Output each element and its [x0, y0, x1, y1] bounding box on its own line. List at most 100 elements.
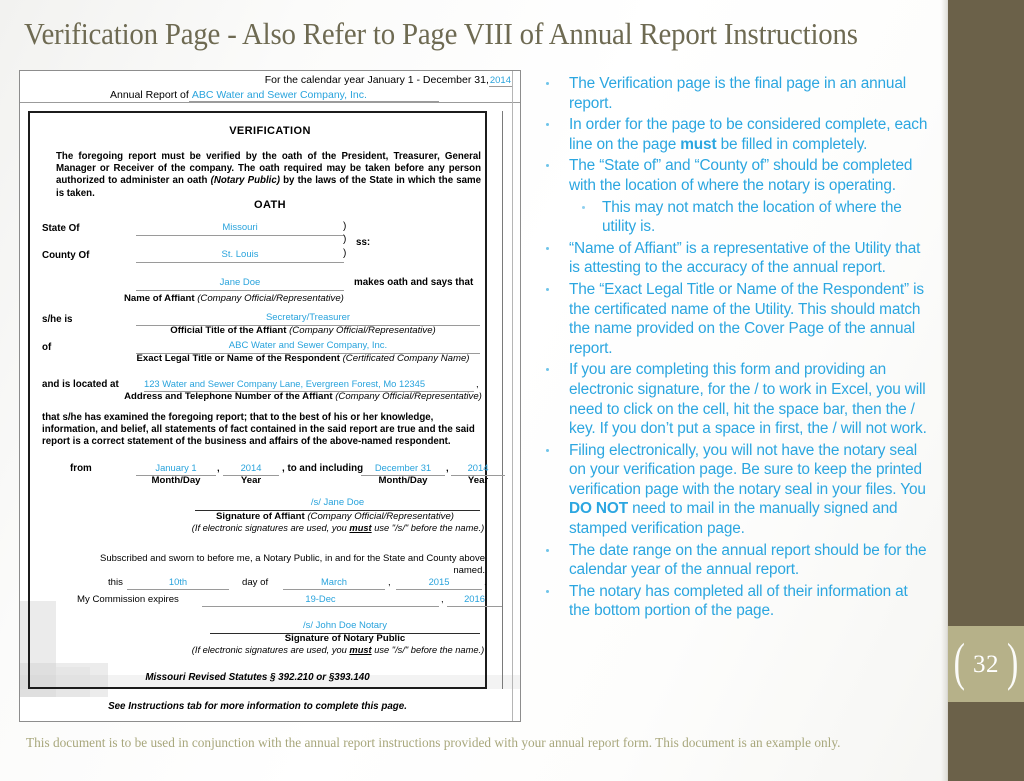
bullet-emphasis: DO NOT: [569, 500, 628, 518]
bullet-list: The Verification page is the final page …: [536, 74, 928, 621]
page-number: 32: [973, 651, 999, 678]
bullet-text: The Verification page is the final page …: [569, 75, 906, 112]
bullet-text: This may not match the location of where…: [602, 199, 902, 236]
bullet-list-panel: The Verification page is the final page …: [536, 74, 928, 623]
address-caption: Address and Telephone Number of the Affi…: [116, 391, 490, 403]
bracket-right-icon: ): [1007, 634, 1019, 692]
respondent-caption: Exact Legal Title or Name of the Respond…: [116, 353, 490, 365]
bullet-segment: The “State of” and “County of” should be…: [569, 157, 913, 194]
bracket-left-icon: (: [953, 634, 965, 692]
bullet-item: The “Exact Legal Title or Name of the Re…: [536, 280, 928, 358]
notary-period: .: [484, 577, 487, 588]
esign-note-pre-a: (If electronic signatures are used, you: [191, 523, 350, 533]
form-content: For the calendar year January 1 - Decemb…: [20, 71, 520, 721]
bullet-item: “Name of Affiant” is a representative of…: [536, 239, 928, 278]
bullet-segment: This may not match the location of where…: [602, 198, 902, 236]
bullet-text: The date range on the annual report shou…: [569, 541, 927, 579]
form-right-rule: [502, 111, 503, 689]
page-title: Verification Page - Also Refer to Page V…: [24, 16, 858, 51]
bullet-item: This may not match the location of where…: [536, 198, 928, 237]
signature-notary-value: /s/ John Doe Notary: [210, 620, 480, 634]
official-title-value: Secretary/Treasurer: [136, 312, 480, 326]
bullet-item: The Verification page is the final page …: [536, 74, 928, 113]
subscribed-text: Subscribed and sworn to before me, a Not…: [100, 553, 485, 576]
signature-notary-caption: Signature of Notary Public: [284, 633, 406, 644]
affiant-caption-bold: Name of Affiant: [124, 293, 195, 304]
address-caption-bold: Address and Telephone Number of the Affi…: [124, 391, 333, 402]
ss-label: ss:: [356, 237, 371, 248]
this-label: this: [108, 577, 123, 588]
annual-report-value: ABC Water and Sewer Company, Inc.: [188, 89, 439, 102]
statutes-text: Missouri Revised Statutes § 392.210 or §…: [145, 672, 370, 683]
notary-year-value: 2015: [396, 576, 482, 590]
commission-year-value: 2016: [447, 593, 502, 607]
page-number-badge: ( 32 ): [948, 626, 1024, 702]
of-label: of: [42, 342, 52, 353]
address-caption-italic: (Company Official/Representative): [335, 391, 482, 402]
bullet-dot-icon: [546, 448, 549, 452]
oath-heading: OATH: [254, 199, 286, 211]
bullet-dot-icon: [546, 82, 549, 85]
official-title-caption: Official Title of the Affiant (Company O…: [120, 325, 486, 337]
form-header-rule: [20, 102, 520, 103]
esign-note-pre-n: (If electronic signatures are used, you: [191, 645, 350, 655]
to-monthday-value: December 31: [361, 462, 445, 476]
located-at-label: and is located at: [42, 379, 119, 390]
from-comma: ,: [217, 463, 220, 474]
caption-year-from: Year: [240, 475, 262, 486]
county-of-value: St. Louis: [136, 249, 344, 263]
signature-affiant-caption: Signature of Affiant (Company Official/R…: [170, 511, 500, 523]
bullet-dot-icon: [546, 246, 549, 250]
bullet-text: The “Exact Legal Title or Name of the Re…: [569, 281, 924, 357]
footer-note: This document is to be used in conjuncti…: [26, 736, 841, 751]
affiant-caption: Name of Affiant (Company Official/Repres…: [124, 293, 404, 305]
bullet-dot-icon: [546, 123, 549, 127]
from-label: from: [70, 463, 92, 474]
state-of-value: Missouri: [136, 222, 344, 236]
affiant-caption-italic: (Company Official/Representative): [197, 293, 344, 304]
signature-affiant-value: /s/ Jane Doe: [195, 497, 480, 511]
brace-top: ): [343, 221, 347, 232]
bullet-segment: “Name of Affiant” is a representative of…: [569, 239, 921, 277]
to-comma: ,: [446, 463, 449, 474]
bullet-segment: The “Exact Legal Title or Name of the Re…: [569, 280, 924, 357]
bullet-segment: The Verification page is the final page …: [569, 75, 907, 112]
bullet-dot-icon: [546, 287, 549, 291]
makes-oath-text: makes oath and says that: [354, 277, 474, 288]
address-value: 123 Water and Sewer Company Lane, Evergr…: [144, 378, 474, 392]
form-outer-rule: [512, 71, 513, 721]
esign-note-must-n: must: [349, 645, 372, 655]
caption-year-to: Year: [467, 475, 489, 486]
bullet-segment: The date range on the annual report shou…: [569, 541, 927, 579]
slide-canvas: Verification Page - Also Refer to Page V…: [0, 0, 1024, 781]
esign-note-post-n: use "/s/" before the name.): [371, 645, 485, 655]
form-annual-report-line: Annual Report of ABC Water and Sewer Comp…: [110, 89, 439, 102]
commission-comma: ,: [441, 594, 444, 605]
bullet-segment: Filing electronically, you will not have…: [569, 441, 926, 498]
official-title-caption-italic: (Company Official/Representative): [289, 325, 436, 336]
bullet-segment: The notary has completed all of their in…: [569, 582, 908, 620]
esign-note-affiant: (If electronic signatures are used, you …: [188, 523, 488, 535]
respondent-caption-bold: Exact Legal Title or Name of the Respond…: [136, 353, 340, 364]
shehe-label: s/he is: [42, 314, 73, 325]
bullet-item: If you are completing this form and prov…: [536, 360, 928, 438]
bullet-text: “Name of Affiant” is a representative of…: [569, 240, 920, 277]
from-year-value: 2014: [223, 462, 279, 476]
to-and-including-label: , to and including: [282, 463, 364, 474]
respondent-caption-italic: (Certificated Company Name): [342, 353, 470, 364]
bullet-text: In order for the page to be considered c…: [569, 116, 927, 153]
notary-comma: ,: [388, 577, 391, 588]
bullet-dot-icon: [582, 205, 585, 209]
bullet-dot-icon: [546, 589, 549, 593]
annual-report-label: Annual Report of: [110, 89, 189, 101]
see-instructions-text: See Instructions tab for more informatio…: [108, 701, 407, 712]
bullet-dot-icon: [546, 548, 549, 552]
bullet-text: If you are completing this form and prov…: [569, 361, 927, 437]
bullet-text: Filing electronically, you will not have…: [569, 442, 926, 537]
calendar-year-label: For the calendar year January 1 - Decemb…: [264, 74, 489, 86]
official-title-caption-bold: Official Title of the Affiant: [170, 325, 287, 336]
notary-public-italic: (Notary Public): [210, 175, 280, 187]
brace-mid: ): [343, 234, 347, 245]
notary-day-value: 10th: [127, 576, 229, 590]
esign-note-must-a: must: [349, 523, 372, 533]
